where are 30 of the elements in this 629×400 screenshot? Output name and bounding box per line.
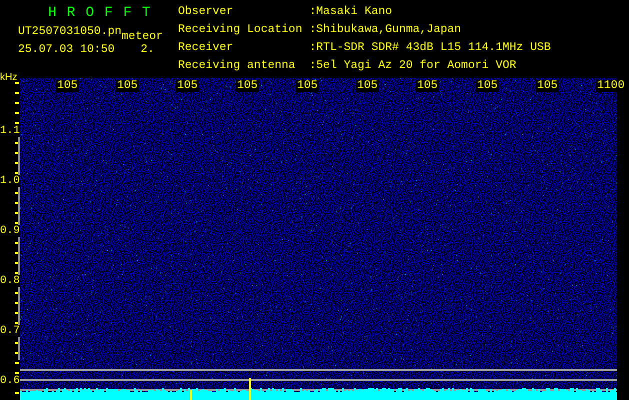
axis-label: 105: [116, 80, 139, 92]
info-label: Receiving Location: [178, 24, 302, 38]
info-value: :RTL-SDR SDR# 43dB L15 114.1MHz USB: [309, 42, 551, 56]
info-value: :Masaki Kano: [309, 6, 394, 20]
axis-label: 1100: [596, 80, 626, 92]
axis-label: 105: [296, 80, 319, 92]
axis-label: 105: [536, 80, 559, 92]
axis-label: 105: [356, 80, 379, 92]
axis-label: 105: [56, 80, 79, 92]
info-label: Receiver: [178, 42, 234, 56]
axis-unit: kHz: [0, 72, 18, 84]
axis-label: 1.1: [0, 125, 20, 137]
event-count: 2.: [140, 44, 154, 56]
info-label: Observer: [178, 6, 234, 20]
axis-label: 105: [176, 80, 199, 92]
axis-label: 1.0: [0, 175, 20, 187]
axis-label: 0.6: [0, 375, 20, 387]
event-tag: meteor: [122, 31, 163, 42]
axis-label: 0.9: [0, 225, 20, 237]
file-name: UT2507031050.pn: [18, 26, 122, 38]
axis-label: 105: [476, 80, 499, 92]
info-value: :Shibukawa,Gunma,Japan: [309, 24, 462, 38]
axis-label: 105: [416, 80, 439, 92]
info-label: Receiving antenna: [178, 60, 296, 74]
axis-label: 0.7: [0, 325, 20, 337]
axis-label: 105: [236, 80, 259, 92]
info-value: :5el Yagi Az 20 for Aomori VOR: [309, 60, 518, 74]
app-title: H R O F F T: [47, 6, 152, 20]
axis-label: 0.8: [0, 275, 20, 287]
timestamp: 25.07.03 10:50: [18, 44, 115, 56]
